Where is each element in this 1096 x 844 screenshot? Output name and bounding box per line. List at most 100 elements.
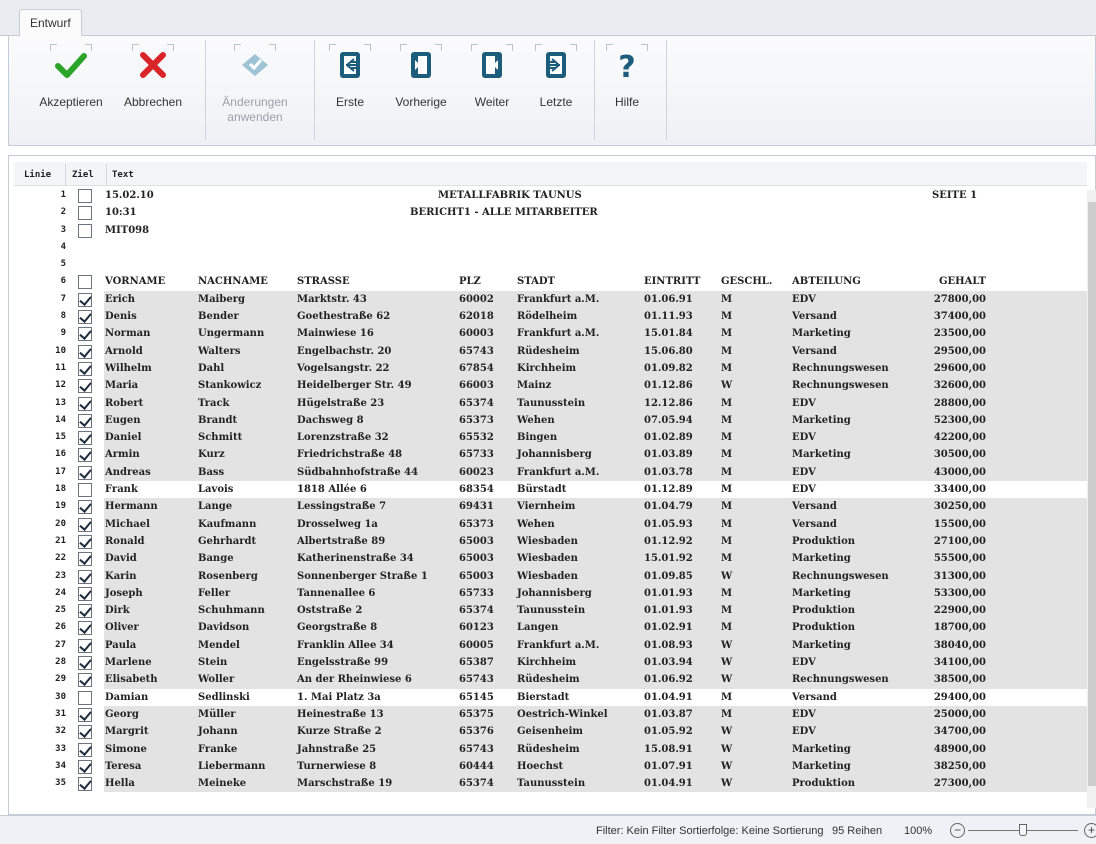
employee-row[interactable]: 8 Denis Bender Goethestraße 62 62018 Rödelhei… [14, 308, 1087, 326]
employee-first-name: Damian [105, 691, 149, 703]
target-checkbox[interactable] [78, 534, 92, 549]
employee-street: 1818 Allée 6 [297, 484, 367, 496]
ribbon-separator [205, 40, 206, 140]
target-checkbox[interactable] [78, 206, 92, 221]
employee-city: Kirchheim [517, 362, 577, 374]
employee-first-name: Simone [105, 743, 147, 755]
target-checkbox[interactable] [78, 465, 92, 480]
employee-row[interactable]: 7 Erich Maiberg Marktstr. 43 60002 Frankfurt … [14, 290, 1087, 309]
target-checkbox[interactable] [78, 759, 92, 774]
help-button[interactable]: ? Hilfe [585, 44, 669, 134]
employee-row[interactable]: 31 Georg Müller Heinestraße 13 65375 Oestrich… [14, 705, 1087, 724]
employee-row[interactable]: 10 Arnold Walters Engelbachstr. 20 65743 Rüde… [14, 342, 1087, 360]
zoom-in-button[interactable]: + [1084, 823, 1096, 838]
column-header-line[interactable]: Linie [24, 170, 51, 180]
target-checkbox[interactable] [78, 448, 92, 463]
target-checkbox[interactable] [78, 361, 92, 376]
column-header-target[interactable]: Ziel [72, 170, 94, 180]
target-checkbox[interactable] [78, 552, 92, 567]
target-checkbox[interactable] [78, 742, 92, 757]
employee-row[interactable]: 29 Elisabeth Woller An der Rheinwiese 6 6574… [14, 671, 1087, 689]
employee-row[interactable]: 30 Damian Sedlinski 1. Mai Platz 3a 65145 Bie… [14, 689, 1087, 706]
target-checkbox[interactable] [78, 223, 92, 238]
employee-row[interactable]: 17 Andreas Bass Südbahnhofstraße 44 60023 Fra… [14, 463, 1087, 482]
report-line[interactable]: 2 10:31 BERICHT1 - ALLE MITARBEITER [14, 204, 1087, 221]
target-checkbox[interactable] [78, 413, 92, 428]
target-checkbox[interactable] [78, 396, 92, 411]
employee-row[interactable]: 24 Joseph Feller Tannenallee 6 65733 Johannis… [14, 584, 1087, 603]
employee-row[interactable]: 32 Margrit Johann Kurze Straße 2 65376 Geisen… [14, 723, 1087, 741]
target-checkbox[interactable] [78, 483, 92, 498]
employee-row[interactable]: 21 Ronald Gehrhardt Albertstraße 89 65003 Wie… [14, 532, 1087, 551]
employee-row[interactable]: 20 Michael Kaufmann Drosselweg 1a 65373 Wehen… [14, 515, 1087, 533]
target-checkbox[interactable] [78, 621, 92, 636]
apply-changes-button[interactable]: Änderungen anwenden [213, 44, 297, 134]
column-header-line[interactable]: 6 VORNAME NACHNAME STRASSE PLZ STADT EIN… [14, 273, 1087, 290]
target-checkbox[interactable] [78, 431, 92, 446]
employee-city: Kirchheim [517, 657, 577, 669]
target-checkbox[interactable] [78, 189, 92, 203]
employee-department: EDV [792, 432, 816, 444]
target-checkbox[interactable] [78, 310, 92, 325]
target-checkbox[interactable] [78, 500, 92, 515]
vertical-scrollbar[interactable] [1087, 190, 1096, 808]
employee-last-name: Rosenberg [198, 570, 258, 582]
target-checkbox[interactable] [78, 586, 92, 601]
employee-city: Frankfurt a.M. [517, 639, 600, 651]
employee-row[interactable]: 16 Armin Kurz Friedrichstraße 48 65733 Johann… [14, 446, 1087, 464]
target-checkbox[interactable] [78, 292, 92, 307]
target-checkbox[interactable] [78, 707, 92, 722]
employee-row[interactable]: 23 Karin Rosenberg Sonnenberger Straße 1 650… [14, 567, 1087, 585]
target-checkbox[interactable] [78, 690, 92, 705]
target-checkbox[interactable] [78, 777, 92, 792]
employee-row[interactable]: 35 Hella Meineke Marschstraße 19 65374 Taunus… [14, 775, 1087, 793]
target-checkbox[interactable] [78, 656, 92, 671]
employee-last-name: Müller [198, 708, 236, 720]
report-line[interactable]: 4 [14, 239, 1087, 256]
employee-city: Wehen [517, 414, 555, 426]
accept-button[interactable]: Akzeptieren [29, 44, 113, 134]
employee-salary: 38040,00 [933, 639, 986, 651]
employee-row[interactable]: 9 Norman Ungermann Mainwiese 16 60003 Frankfu… [14, 325, 1087, 343]
employee-row[interactable]: 33 Simone Franke Jahnstraße 25 65743 Rüdeshei… [14, 740, 1087, 758]
report-line[interactable]: 5 [14, 256, 1087, 273]
target-checkbox[interactable] [78, 638, 92, 653]
line-number: 28 [55, 657, 66, 668]
employee-zip: 60003 [459, 328, 494, 340]
report-line[interactable]: 1 15.02.10 METALLFABRIK TAUNUS SEITE 1 [14, 187, 1087, 204]
employee-last-name: Brandt [198, 414, 238, 426]
employee-row[interactable]: 11 Wilhelm Dahl Vogelsangstr. 22 67854 Kirchh… [14, 359, 1087, 378]
employee-row[interactable]: 12 Maria Stankowicz Heidelberger Str. 49 660… [14, 377, 1087, 395]
employee-row[interactable]: 27 Paula Mendel Franklin Allee 34 60005 Frank… [14, 636, 1087, 655]
employee-row[interactable]: 19 Hermann Lange Lessingstraße 7 69431 Viernh… [14, 498, 1087, 516]
tab-entwurf[interactable]: Entwurf [19, 9, 82, 37]
zoom-slider-thumb[interactable] [1019, 824, 1027, 836]
employee-row[interactable]: 28 Marlene Stein Engelsstraße 99 65387 Kirchh… [14, 654, 1087, 672]
employee-row[interactable]: 18 Frank Lavois 1818 Allée 6 68354 Bürstadt 01… [14, 481, 1087, 498]
report-line[interactable]: 3 MIT098 [14, 222, 1087, 239]
zoom-out-button[interactable]: − [950, 823, 965, 838]
employee-row[interactable]: 22 David Bange Katherinenstraße 34 65003 Wies… [14, 550, 1087, 568]
employee-department: EDV [792, 657, 816, 669]
target-checkbox[interactable] [78, 379, 92, 394]
employee-row[interactable]: 34 Teresa Liebermann Turnerwiese 8 60444 Hoec… [14, 757, 1087, 776]
employee-gender: M [721, 328, 733, 340]
employee-row[interactable]: 15 Daniel Schmitt Lorenzstraße 32 65532 Binge… [14, 429, 1087, 447]
employee-street: Tannenallee 6 [297, 587, 376, 599]
target-checkbox[interactable] [78, 604, 92, 619]
employee-row[interactable]: 13 Robert Track Hügelstraße 23 65374 Taunusst… [14, 394, 1087, 412]
target-checkbox[interactable] [78, 517, 92, 532]
target-checkbox[interactable] [78, 275, 92, 290]
target-checkbox[interactable] [78, 344, 92, 359]
target-checkbox[interactable] [78, 673, 92, 688]
cancel-button[interactable]: Abbrechen [111, 44, 195, 134]
target-checkbox[interactable] [78, 725, 92, 740]
scrollbar-thumb[interactable] [1088, 202, 1096, 786]
column-header-text[interactable]: Text [112, 170, 134, 180]
target-checkbox[interactable] [78, 327, 92, 342]
employee-row[interactable]: 25 Dirk Schuhmann Oststraße 2 65374 Taunusste… [14, 602, 1087, 620]
employee-row[interactable]: 14 Eugen Brandt Dachsweg 8 65373 Wehen 07.05.9… [14, 411, 1087, 430]
target-checkbox[interactable] [78, 569, 92, 584]
employee-row[interactable]: 26 Oliver Davidson Georgstraße 8 60123 Langen… [14, 619, 1087, 637]
col-plz: PLZ [459, 276, 481, 288]
